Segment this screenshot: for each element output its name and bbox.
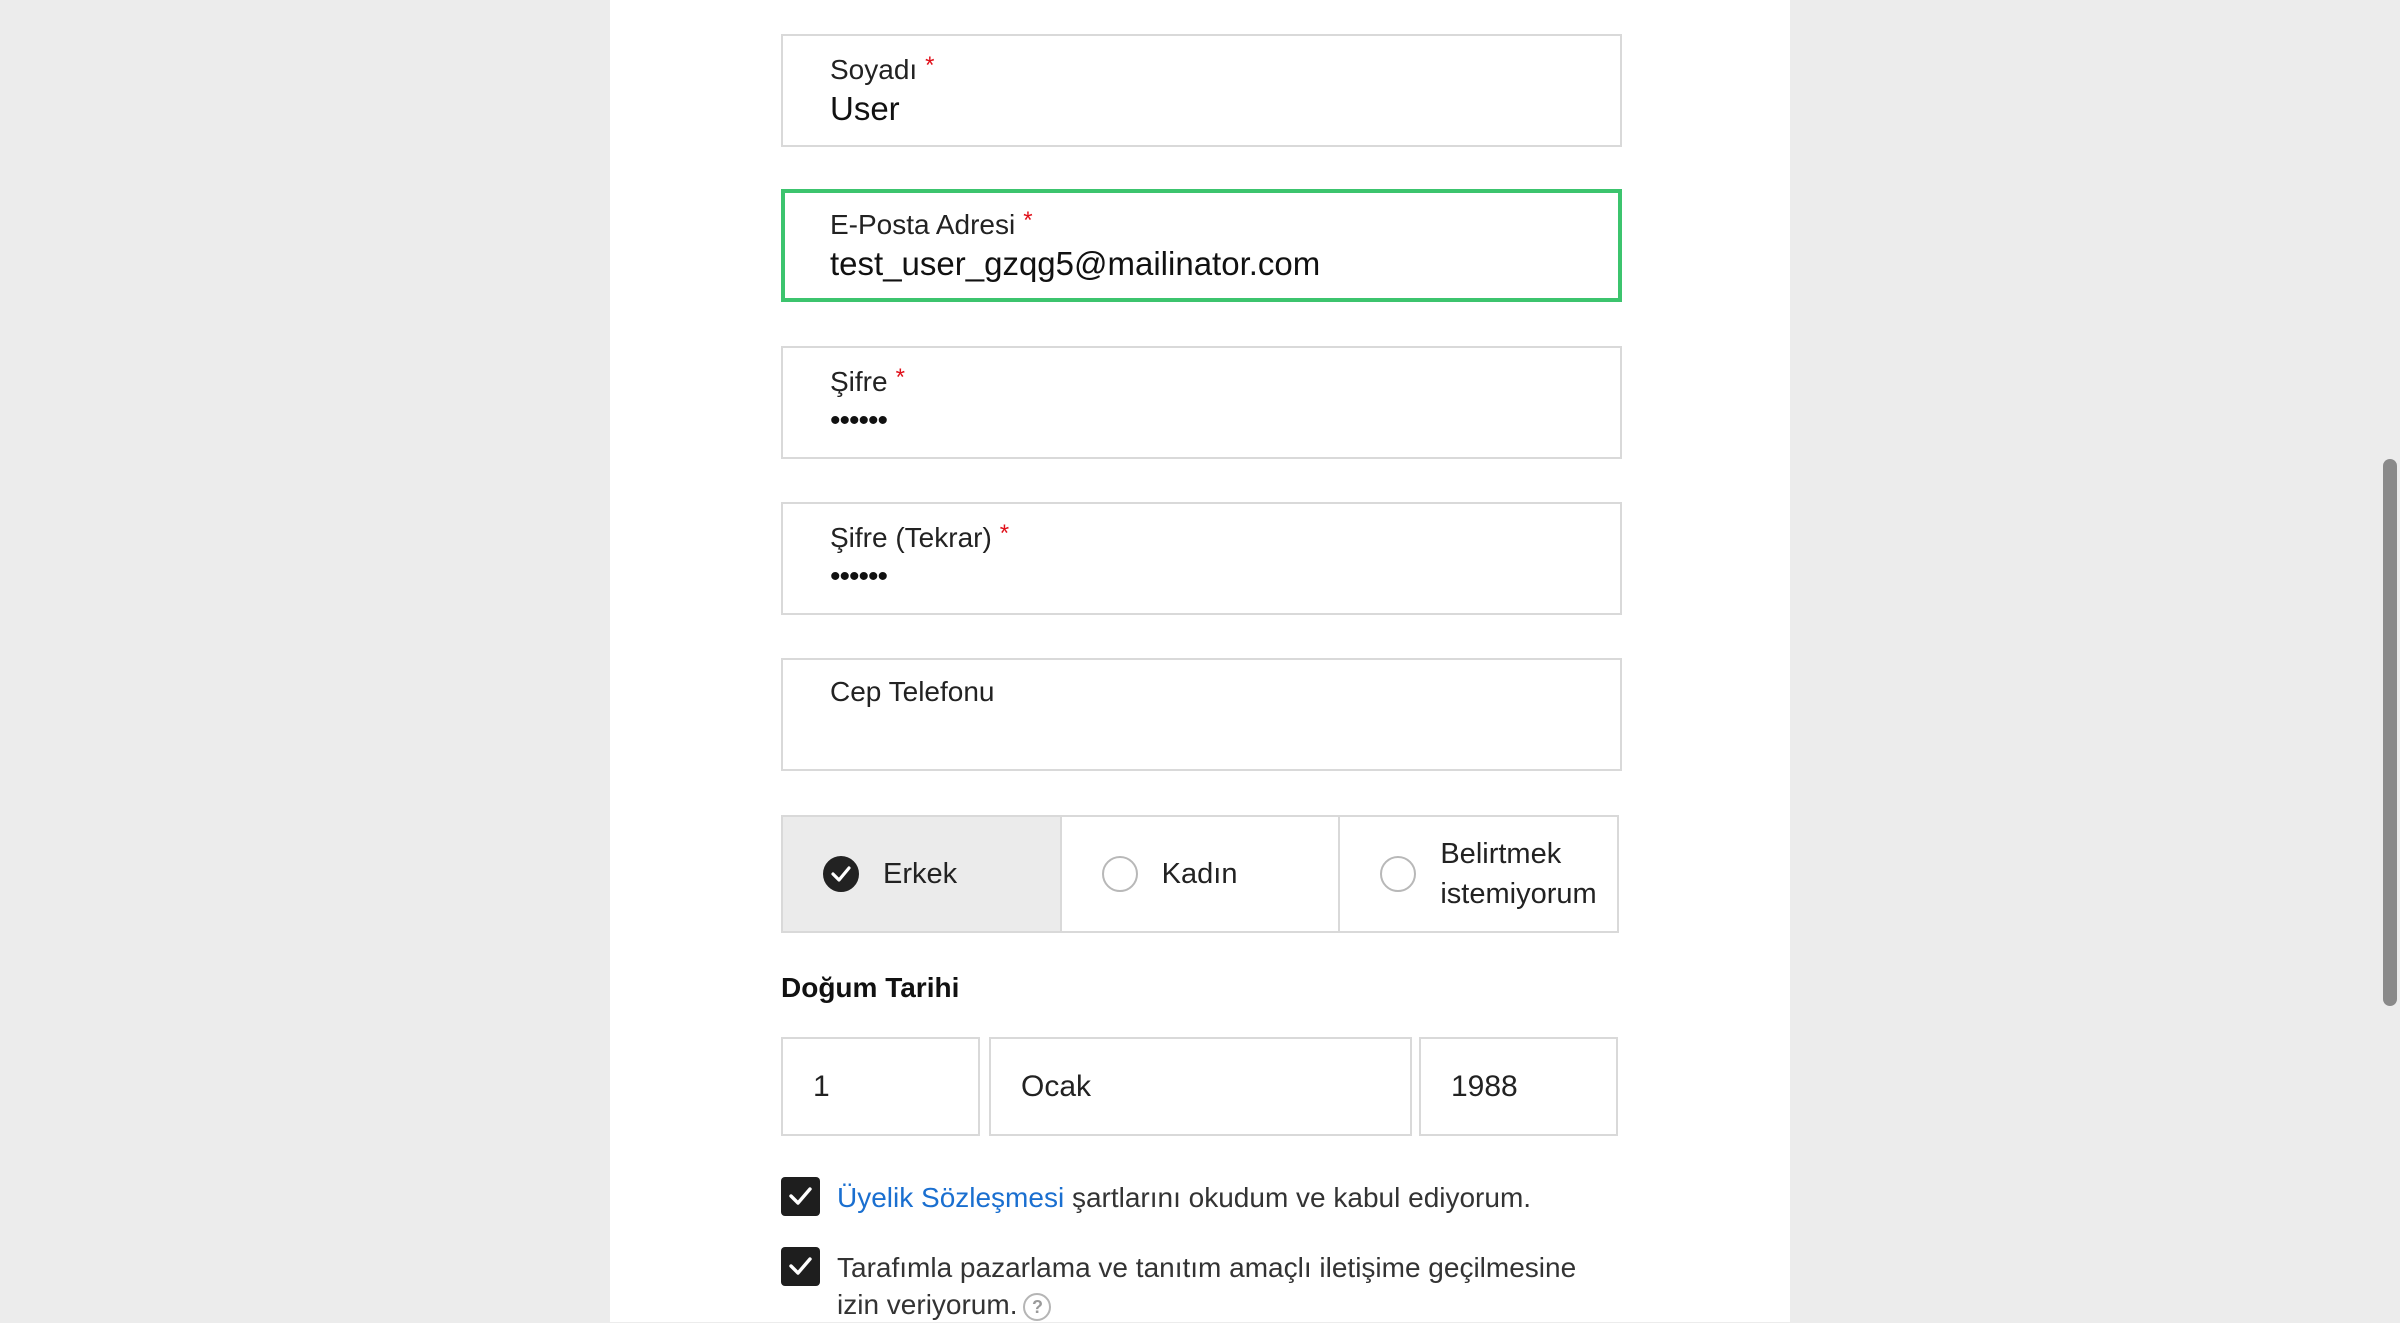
gender-label-erkek: Erkek [883,858,958,890]
gender-selector: Erkek Kadın Belirtmek istemiyorum [781,815,1619,933]
gender-label-belirtmek-istemiyorum: Belirtmek istemiyorum [1440,838,1597,910]
birth-month-select[interactable]: Ocak [989,1037,1412,1136]
membership-agreement-text: Üyelik Sözleşmesi şartlarını okudum ve k… [837,1182,1532,1213]
required-asterisk: * [925,52,935,79]
membership-checkbox[interactable] [781,1177,820,1216]
gender-label-kadin: Kadın [1161,858,1238,890]
surname-field[interactable]: Soyadı * User [781,34,1622,147]
password-repeat-value: •••••• [830,560,888,593]
radio-unchecked-icon [1380,856,1417,892]
password-repeat-field[interactable]: Şifre (Tekrar) * •••••• [781,502,1622,615]
radio-unchecked-icon [1101,856,1138,892]
email-value: test_user_gzqg5@mailinator.com [830,245,1321,282]
marketing-checkbox[interactable] [781,1247,820,1286]
birth-year-value: 1988 [1451,1069,1518,1103]
gender-option-kadin[interactable]: Kadın [1059,817,1339,931]
required-asterisk: * [1023,207,1033,234]
birth-day-select[interactable]: 1 [781,1037,980,1136]
password-label: Şifre * [830,364,905,397]
scrollbar-thumb[interactable] [2383,459,2397,1006]
email-label: E-Posta Adresi * [830,207,1033,240]
membership-agreement-link[interactable]: Üyelik Sözleşmesi [837,1182,1064,1213]
surname-label: Soyadı * [830,52,935,85]
email-field[interactable]: E-Posta Adresi * test_user_gzqg5@mailinat… [781,189,1622,302]
birth-day-value: 1 [813,1069,830,1103]
birth-date-title: Doğum Tarihi [781,972,960,1003]
surname-value: User [830,90,900,127]
password-field[interactable]: Şifre * •••••• [781,346,1622,459]
password-repeat-label: Şifre (Tekrar) * [830,520,1010,553]
required-asterisk: * [895,364,905,391]
gender-option-belirtmek-istemiyorum[interactable]: Belirtmek istemiyorum [1338,817,1618,931]
marketing-consent-text: Tarafımla pazarlama ve tanıtım amaçlı il… [837,1249,1576,1323]
required-asterisk: * [999,520,1010,547]
question-circle-icon[interactable]: ? [1023,1292,1052,1321]
password-value: •••••• [830,404,888,437]
radio-checked-icon [823,856,859,892]
marketing-consent-line2: izin veriyorum.? [837,1286,1576,1323]
birth-month-value: Ocak [1021,1069,1092,1103]
phone-label: Cep Telefonu [830,676,995,707]
gender-option-erkek[interactable]: Erkek [783,817,1060,931]
birth-year-select[interactable]: 1988 [1419,1037,1618,1136]
phone-field[interactable]: Cep Telefonu [781,658,1622,771]
marketing-consent-line1: Tarafımla pazarlama ve tanıtım amaçlı il… [837,1252,1577,1283]
